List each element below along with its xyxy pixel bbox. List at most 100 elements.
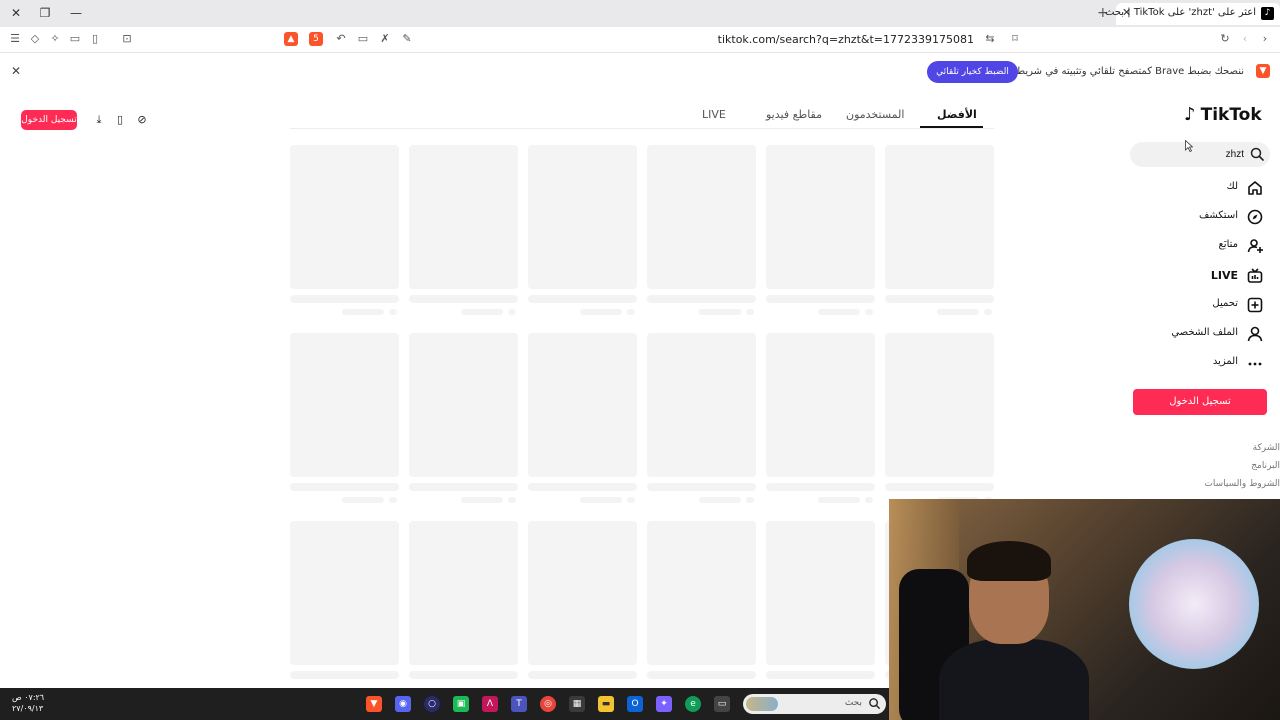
- footer-link-program[interactable]: البرنامج: [1251, 461, 1280, 471]
- store-app-icon[interactable]: ▦: [569, 696, 585, 712]
- screenshot-icon[interactable]: ⊡: [120, 32, 134, 46]
- forward-icon[interactable]: ‹: [1238, 32, 1252, 46]
- pen-icon[interactable]: ✎: [400, 32, 414, 46]
- download-icon[interactable]: ⤓: [92, 113, 106, 127]
- skeleton-card: [766, 145, 875, 317]
- minimize-window-icon[interactable]: —: [68, 5, 84, 21]
- coin-icon[interactable]: ⊘: [135, 113, 149, 127]
- skeleton-title-line: [528, 671, 637, 679]
- skeleton-thumbnail: [528, 333, 637, 477]
- close-window-icon[interactable]: ✕: [8, 5, 24, 21]
- skeleton-title-line: [647, 295, 756, 303]
- skeleton-card: [290, 333, 399, 505]
- tiktok-logo[interactable]: ♪ TikTok: [1184, 104, 1262, 130]
- reader-mode-icon[interactable]: ▭: [356, 32, 370, 46]
- screen: ✕ ❐ — + ✕ اعثر على 'zhzt' على TikTok | ب…: [0, 0, 1280, 720]
- skeleton-meta-line: [647, 309, 756, 317]
- skeleton-meta-dot: [746, 309, 754, 315]
- restore-window-icon[interactable]: ❐: [37, 5, 53, 21]
- sidebar-item-upload[interactable]: تحميل: [1150, 294, 1268, 316]
- tab-videos[interactable]: مقاطع فيديو: [766, 108, 822, 121]
- logo-text: TikTok: [1200, 104, 1262, 125]
- mobile-icon[interactable]: ▯: [113, 113, 127, 127]
- skeleton-thumbnail: [409, 145, 518, 289]
- brave-shields-icon[interactable]: 5: [309, 32, 323, 46]
- reload-icon[interactable]: ↻: [1218, 32, 1232, 46]
- search-input[interactable]: [1144, 146, 1244, 163]
- taskbar-search[interactable]: بحث: [743, 694, 886, 714]
- skeleton-title-line: [528, 483, 637, 491]
- browser-tab[interactable]: ✕ اعثر على 'zhzt' على TikTok | بحث ♪: [1105, 3, 1280, 25]
- skeleton-meta-dot: [508, 497, 516, 503]
- copilot-app-icon[interactable]: ✦: [656, 696, 672, 712]
- taskbar-clock[interactable]: ٠٧:٢٦ ص ٢٧/٠٩/١٣: [12, 692, 44, 714]
- footer-link-terms[interactable]: الشروط والسياسات: [1204, 479, 1280, 489]
- translate-icon[interactable]: ✗: [378, 32, 392, 46]
- brave-app-icon[interactable]: ▼: [366, 696, 382, 712]
- green-app-icon[interactable]: ▣: [453, 696, 469, 712]
- webcam-overlay: [889, 499, 1280, 720]
- skeleton-meta-bar: [818, 309, 860, 315]
- search-box[interactable]: [1130, 142, 1270, 167]
- bookmark-icon[interactable]: ⌑: [1008, 32, 1022, 46]
- shields-count: 5: [313, 34, 319, 44]
- sidebar-login-button[interactable]: تسجيل الدخول: [1133, 389, 1267, 415]
- task-view-icon[interactable]: ▭: [714, 696, 730, 712]
- tab-users[interactable]: المستخدمون: [846, 108, 904, 121]
- sidebar-item-following[interactable]: متابَع: [1150, 235, 1268, 257]
- teams-app-icon[interactable]: T: [511, 696, 527, 712]
- skeleton-title-line: [766, 483, 875, 491]
- address-bar[interactable]: tiktok.com/search?q=zhzt&t=1772339175081: [718, 33, 974, 46]
- tabs-divider: [290, 128, 994, 129]
- set-default-button[interactable]: الضبط كخيار تلقائي: [927, 61, 1018, 83]
- compass-icon: [1247, 209, 1263, 225]
- site-settings-icon[interactable]: ⇆: [983, 32, 997, 46]
- footer-link-company[interactable]: الشركة: [1253, 443, 1280, 453]
- extensions-icon[interactable]: ✧: [48, 32, 62, 46]
- outlook-app-icon[interactable]: O: [627, 696, 643, 712]
- skeleton-card: [528, 333, 637, 505]
- sidebar-item-label: استكشف: [1199, 210, 1238, 221]
- skeleton-title-line: [647, 483, 756, 491]
- tiktok-note-icon: ♪: [1184, 104, 1196, 125]
- chrome-app-icon[interactable]: ◎: [540, 696, 556, 712]
- brave-rewards-icon[interactable]: ▲: [284, 32, 298, 46]
- skeleton-title-line: [885, 483, 994, 491]
- shield-outline-icon[interactable]: ◇: [28, 32, 42, 46]
- skeleton-card: [528, 521, 637, 685]
- close-notification-icon[interactable]: ✕: [11, 64, 21, 78]
- sidebar-icon[interactable]: ▯: [88, 32, 102, 46]
- skeleton-thumbnail: [409, 333, 518, 477]
- skeleton-meta-dot: [627, 309, 635, 315]
- sidebar-item-more[interactable]: المزيد: [1150, 352, 1268, 374]
- upload-icon: [1247, 297, 1263, 313]
- sidebar-item-live[interactable]: LIVE: [1150, 265, 1268, 287]
- circle-app-icon[interactable]: ○: [424, 696, 440, 712]
- tab-top[interactable]: الأفضل: [937, 108, 977, 121]
- skeleton-card: [647, 333, 756, 505]
- tab-live[interactable]: LIVE: [702, 108, 726, 121]
- skeleton-thumbnail: [885, 145, 994, 289]
- sidebar-item-profile[interactable]: الملف الشخصي: [1150, 323, 1268, 345]
- sidebar-item-label: المزيد: [1212, 356, 1238, 367]
- sidebar-item-explore[interactable]: استكشف: [1150, 206, 1268, 228]
- skeleton-thumbnail: [409, 521, 518, 665]
- edge-app-icon[interactable]: e: [685, 696, 701, 712]
- wallet-icon[interactable]: ▭: [68, 32, 82, 46]
- menu-icon[interactable]: ☰: [8, 32, 22, 46]
- skeleton-card: [885, 333, 994, 505]
- skeleton-meta-line: [409, 309, 518, 317]
- back-icon[interactable]: ›: [1258, 32, 1272, 46]
- skeleton-card: [647, 521, 756, 685]
- affinity-app-icon[interactable]: Λ: [482, 696, 498, 712]
- header-login-button[interactable]: تسجيل الدخول: [21, 110, 77, 130]
- sidebar-item-for-you[interactable]: لك: [1150, 177, 1268, 199]
- skeleton-thumbnail: [766, 521, 875, 665]
- folder-app-icon[interactable]: ▬: [598, 696, 614, 712]
- discord-app-icon[interactable]: ◉: [395, 696, 411, 712]
- skeleton-meta-dot: [389, 497, 397, 503]
- search-icon[interactable]: [1250, 147, 1264, 161]
- skeleton-thumbnail: [885, 333, 994, 477]
- undo-icon[interactable]: ↶: [334, 32, 348, 46]
- skeleton-title-line: [290, 671, 399, 679]
